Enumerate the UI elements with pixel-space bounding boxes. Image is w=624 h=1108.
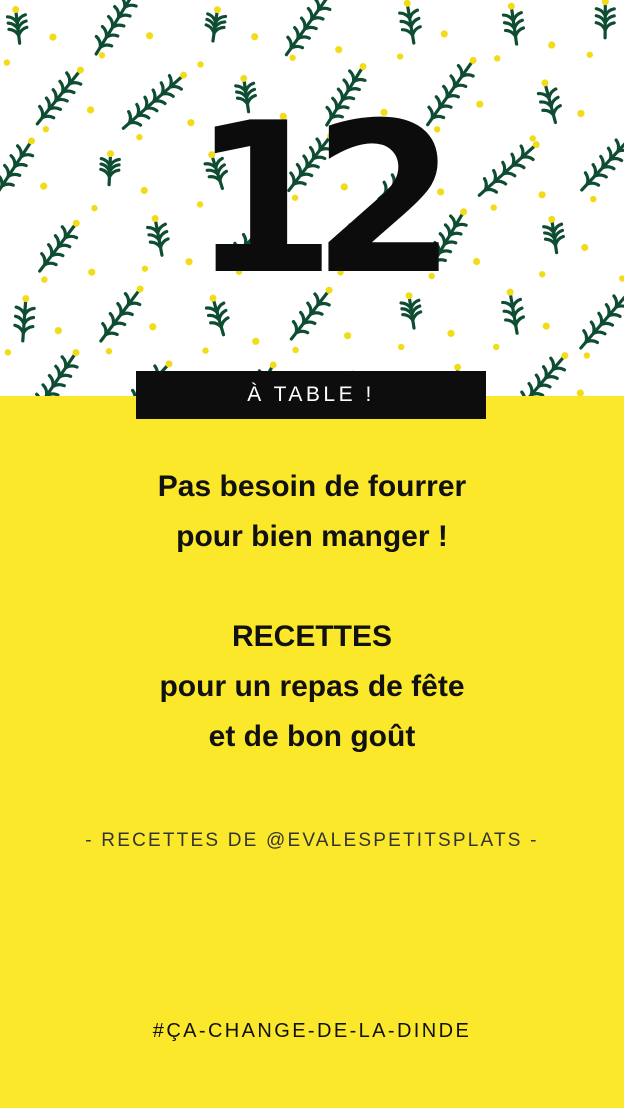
headline-line-4: pour un repas de fête [159,670,465,703]
berry-dot [251,33,259,41]
headline-recipes: RECETTES pour un repas de fête et de bon… [0,612,624,762]
headline-line-2: pour bien manger ! [176,520,448,553]
leaf-sprig [517,352,569,396]
berry-dot [494,55,501,62]
berry-dot [54,327,62,335]
berry-dot [335,46,343,54]
day-number: 12 [191,79,456,321]
leaf-sprig [94,0,138,56]
leaf-sprig [204,6,228,43]
berry-dot [4,349,12,356]
berry-dot [397,343,405,351]
berry-dot [440,30,448,38]
berry-dot [542,322,550,330]
berry-dot [105,347,113,355]
berry-dot [548,41,556,49]
berry-dot [252,337,260,345]
leaf-sprig [284,0,332,57]
berry-dot [3,59,11,66]
category-tag: À TABLE ! [136,371,486,419]
berry-dot [202,347,209,354]
berry-dot [344,332,352,340]
berry-dot [289,54,296,61]
leaf-sprig [501,2,526,46]
headline-line-5: et de bon goût [208,720,416,753]
leaf-sprig [34,349,80,396]
recipe-credit: - RECETTES DE @EVALESPETITSPLATS - [85,830,539,851]
leaf-sprig [5,6,29,45]
berry-dot [149,323,157,331]
berry-dot [292,346,299,354]
berry-dot [396,53,404,60]
berry-dot [493,343,500,351]
leaf-sprig [594,0,616,40]
berry-dot [98,52,106,59]
headline-intro: Pas besoin de fourrer pour bien manger ! [0,462,624,562]
leaf-sprig [398,0,422,45]
berry-dot [576,389,584,396]
berry-dot [145,32,154,40]
headline-line-1: Pas besoin de fourrer [157,470,467,503]
berry-dot [197,61,204,68]
berry-dot [583,352,591,359]
berry-dot [586,51,594,58]
berry-dot [447,329,455,338]
berry-dot [49,33,57,41]
hashtag-footer: #ÇA-CHANGE-DE-LA-DINDE [152,1020,472,1042]
headline-line-3: RECETTES [231,620,393,653]
